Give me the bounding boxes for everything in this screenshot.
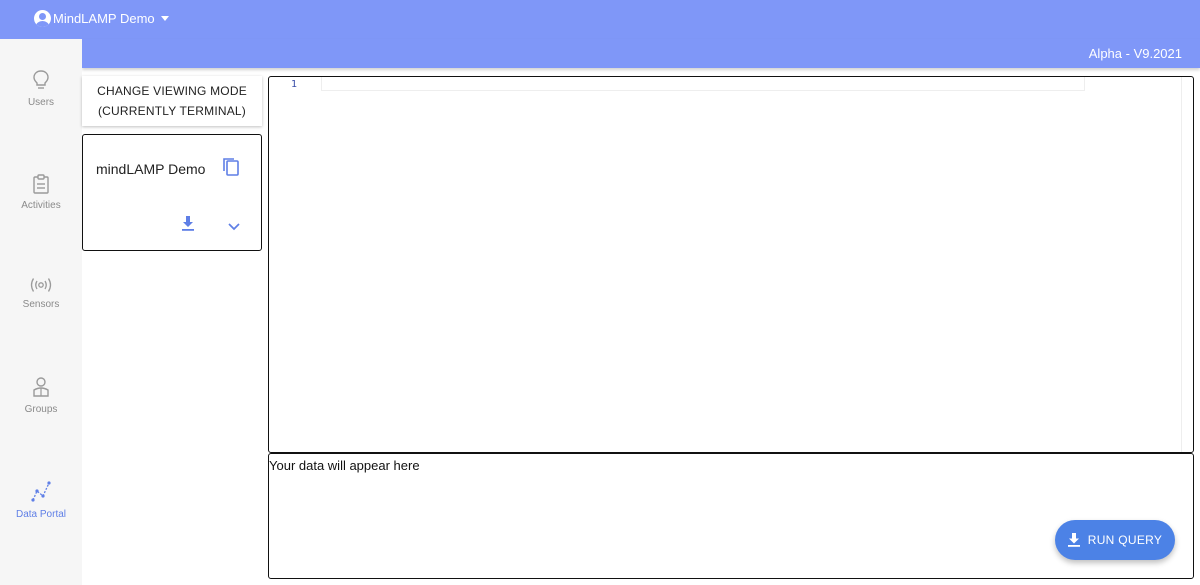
run-query-button[interactable]: RUN QUERY — [1055, 520, 1175, 560]
sidebar-item-sensors[interactable]: Sensors — [0, 277, 82, 310]
sub-header-bar: Alpha - V9.2021 — [82, 39, 1200, 68]
study-card: mindLAMP Demo — [82, 134, 262, 251]
account-name: MindLAMP Demo — [53, 11, 155, 26]
output-placeholder: Your data will appear here — [269, 458, 420, 473]
data-portal-icon — [31, 481, 51, 502]
query-editor[interactable]: 1 — [268, 76, 1194, 453]
sensor-icon — [30, 278, 52, 292]
caret-down-icon — [160, 16, 169, 21]
copy-icon[interactable] — [222, 157, 240, 182]
sidebar-item-label: Data Portal — [15, 509, 67, 520]
account-menu[interactable]: MindLAMP Demo — [34, 10, 169, 27]
sidebar-item-groups[interactable]: Groups — [0, 376, 82, 415]
lightbulb-icon — [33, 70, 49, 89]
query-output: Your data will appear here — [268, 453, 1194, 579]
version-label: Alpha - V9.2021 — [1088, 46, 1182, 61]
sidebar-item-label: Users — [27, 97, 55, 108]
sidebar-item-label: Sensors — [22, 299, 60, 310]
viewing-mode-line2: (CURRENTLY TERMINAL) — [97, 104, 247, 118]
download-icon[interactable] — [181, 215, 195, 236]
chevron-down-icon[interactable] — [228, 218, 240, 236]
study-title: mindLAMP Demo — [96, 161, 206, 177]
viewing-mode-line1: CHANGE VIEWING MODE — [97, 84, 247, 98]
active-line[interactable] — [321, 77, 1085, 91]
editor-scrollbar[interactable] — [1181, 77, 1193, 452]
sidebar-item-users[interactable]: Users — [0, 69, 82, 108]
clipboard-icon — [33, 174, 49, 194]
account-circle-icon — [34, 10, 51, 27]
run-query-label: RUN QUERY — [1087, 533, 1163, 547]
top-bar: MindLAMP Demo — [0, 0, 1200, 39]
sidebar-item-activities[interactable]: Activities — [0, 174, 82, 211]
download-icon — [1067, 533, 1080, 547]
sidebar: Users Activities Sensors Groups Data Por… — [0, 39, 82, 585]
sidebar-item-data-portal[interactable]: Data Portal — [0, 479, 82, 520]
line-number: 1 — [291, 79, 298, 90]
groups-icon — [33, 377, 49, 397]
sidebar-item-label: Groups — [24, 404, 58, 415]
sidebar-item-label: Activities — [21, 200, 61, 211]
change-viewing-mode-button[interactable]: CHANGE VIEWING MODE (CURRENTLY TERMINAL) — [82, 76, 262, 126]
